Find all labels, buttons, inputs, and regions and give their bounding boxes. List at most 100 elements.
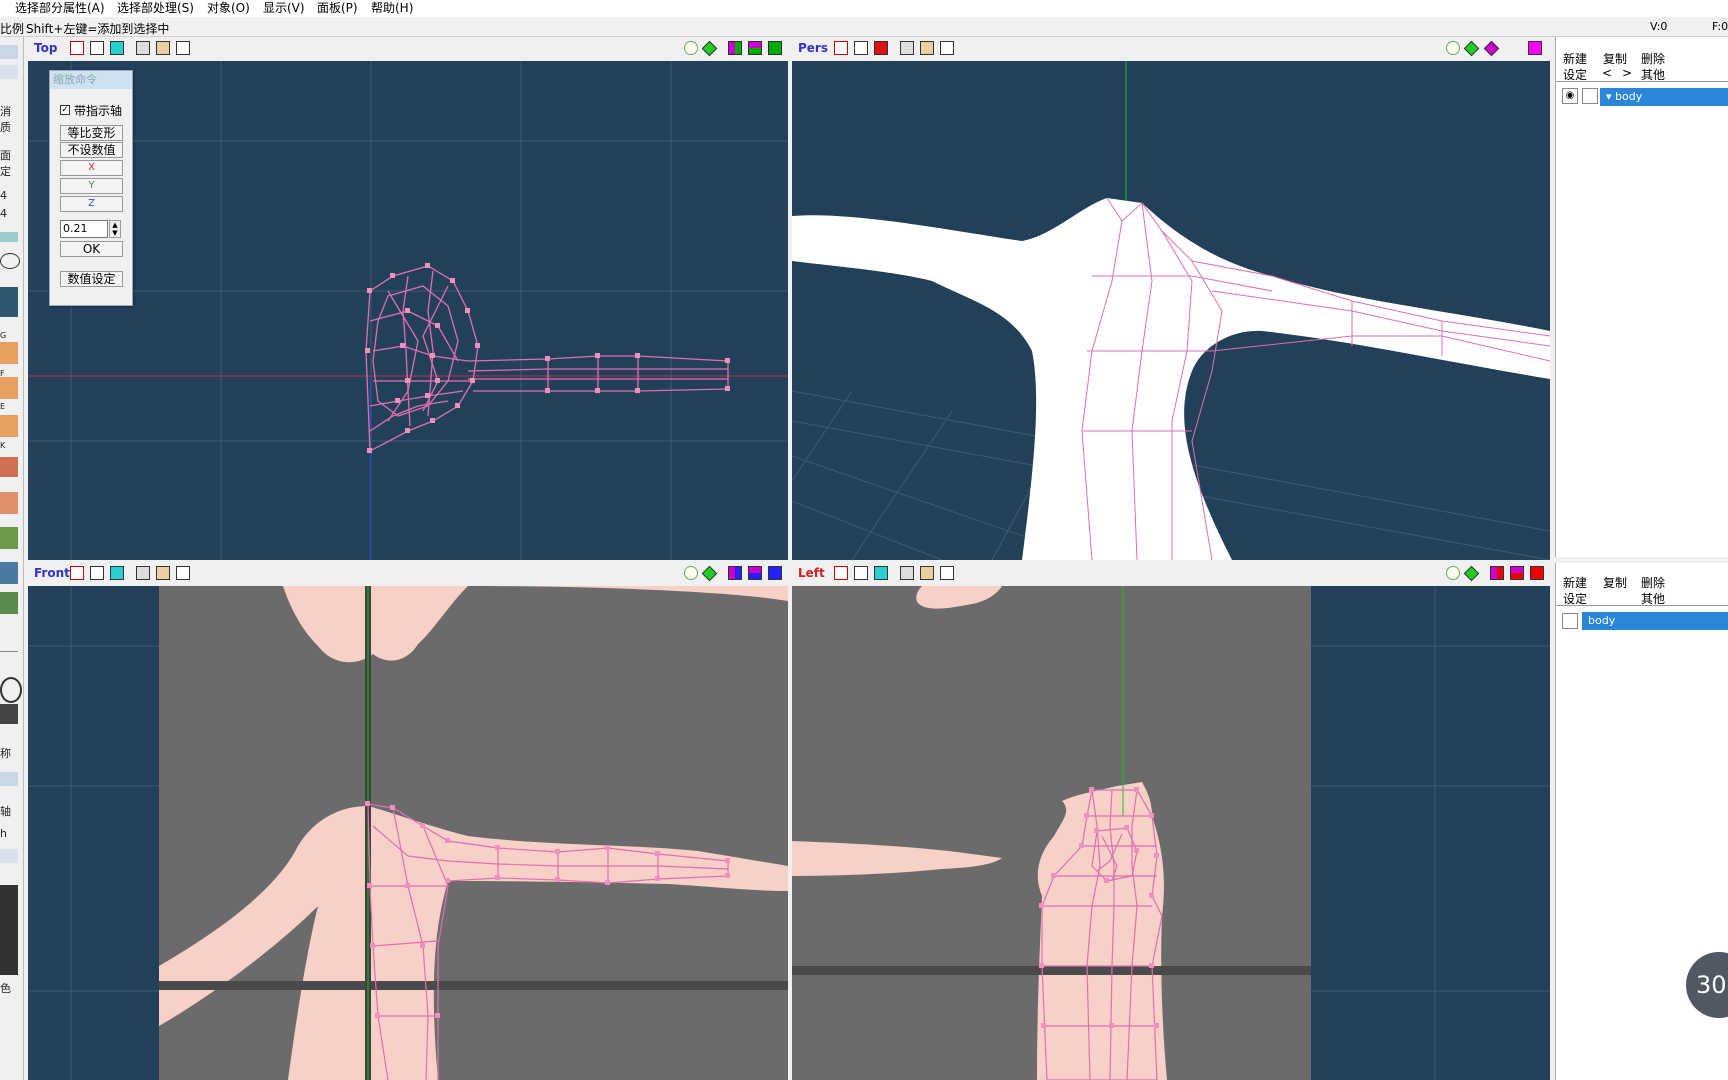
tool-shape2-icon[interactable] [0,65,18,79]
material-new-button[interactable]: 新建 [1563,574,1587,591]
lock-toggle-icon[interactable] [1582,88,1598,104]
tool-label-5[interactable]: 4 [0,207,18,220]
zoom-icon[interactable] [684,41,698,55]
lock-icon[interactable] [900,566,914,580]
tool-scale-icon[interactable] [0,377,18,399]
tool-label-9[interactable]: K [0,439,18,452]
tool-zoom-icon[interactable] [0,677,22,703]
menu-object[interactable]: 对象(O) [207,0,250,16]
tool-misc-icon[interactable] [0,849,18,863]
tool-label-1[interactable]: 质 [0,121,18,134]
render-mode-icon[interactable] [874,41,888,55]
object-delete-button[interactable]: 删除 [1641,50,1665,67]
paste-icon[interactable] [176,41,190,55]
material-delete-button[interactable]: 删除 [1641,574,1665,591]
tool-knife-icon[interactable] [0,415,18,437]
paste-icon[interactable] [940,566,954,580]
axis-checkbox[interactable]: ✓ [60,105,70,115]
tool-label-10[interactable]: 称 [0,747,18,760]
tool-label-11[interactable]: 轴 [0,805,18,818]
menu-select-attr[interactable]: 选择部分属性(A) [15,0,105,16]
wire-mode-icon[interactable] [110,41,124,55]
tool-label-4[interactable]: 4 [0,189,18,202]
face-mode-icon[interactable] [854,41,868,55]
material-row-body[interactable]: body [1582,612,1728,630]
tool-edit-icon[interactable] [0,457,18,477]
pan-icon[interactable] [1463,565,1480,582]
pan-icon[interactable] [701,40,718,57]
ok-button[interactable]: OK [60,241,123,257]
copy-icon[interactable] [156,41,170,55]
vertex-mode-icon[interactable] [70,566,84,580]
tool-label-8[interactable]: E [0,400,18,413]
object-row-body[interactable]: ▾ body [1600,88,1728,106]
tool-shape-icon[interactable] [0,45,18,59]
tool-rotate-icon[interactable] [0,342,18,364]
tool-label-12[interactable]: h [0,827,18,840]
color-icon-2[interactable] [1510,566,1524,580]
menu-select-process[interactable]: 选择部处理(S) [117,0,194,16]
wire-mode-icon[interactable] [874,566,888,580]
color-icon-1[interactable] [1490,566,1504,580]
tool-bend-icon[interactable] [0,492,18,514]
tool-fit-icon[interactable] [0,704,18,724]
lock-icon[interactable] [136,566,150,580]
object-copy-button[interactable]: 复制 [1603,50,1627,67]
color-icon-3[interactable] [1530,566,1544,580]
tool-bone-icon[interactable] [0,562,18,584]
pan-icon[interactable] [701,565,718,582]
zoom-icon[interactable] [1446,566,1460,580]
tool-label-13[interactable]: 色 [0,982,18,995]
material-copy-button[interactable]: 复制 [1603,574,1627,591]
viewport-left-canvas[interactable] [792,586,1550,1080]
lock-icon[interactable] [136,41,150,55]
viewport-top-canvas[interactable]: 缩放命令 ✓ 带指示轴 等比变形 不设数值 X Y Z 0.21 ▲ ▼ OK 数… [28,61,788,560]
tool-material-preview[interactable] [0,885,18,975]
zoom-icon[interactable] [684,566,698,580]
tool-mirror-icon[interactable] [0,772,18,786]
vertex-mode-icon[interactable] [70,41,84,55]
value-spinner[interactable]: ▲ ▼ [109,220,121,238]
pan-icon[interactable] [1463,40,1480,57]
vertex-mode-icon[interactable] [834,566,848,580]
tool-label-2[interactable]: 面 [0,149,18,162]
color-icon-3[interactable] [768,566,782,580]
visibility-eye-icon[interactable]: ◉ [1562,88,1578,104]
copy-icon[interactable] [156,566,170,580]
object-new-button[interactable]: 新建 [1563,50,1587,67]
paste-icon[interactable] [940,41,954,55]
zoom-icon[interactable] [1446,41,1460,55]
object-prev-button[interactable]: < [1602,66,1612,80]
tool-move-icon[interactable] [0,287,18,317]
wire-mode-icon[interactable] [110,566,124,580]
menu-view[interactable]: 显示(V) [263,0,305,16]
material-color-swatch[interactable] [1562,613,1578,629]
copy-icon[interactable] [920,41,934,55]
scale-dialog-title[interactable]: 缩放命令 [50,71,132,89]
color-icon-3[interactable] [768,41,782,55]
paste-icon[interactable] [176,566,190,580]
tool-gear-icon[interactable] [0,592,18,614]
tool-brush-icon[interactable] [0,527,18,549]
tool-label-6[interactable]: G [0,329,18,342]
tool-select-icon[interactable] [0,232,18,242]
tool-label-3[interactable]: 定 [0,165,18,178]
rotate-icon[interactable] [1483,40,1500,57]
color-icon-1[interactable] [728,566,742,580]
vertex-mode-icon[interactable] [834,41,848,55]
face-mode-icon[interactable] [90,566,104,580]
tool-label-0[interactable]: 消 [0,105,18,118]
object-next-button[interactable]: > [1622,66,1632,80]
uniform-scale-button[interactable]: 等比变形 [60,125,123,141]
face-mode-icon[interactable] [90,41,104,55]
y-axis-button[interactable]: Y [60,178,123,194]
color-icon[interactable] [1528,41,1542,55]
scale-value-input[interactable]: 0.21 [60,220,108,238]
copy-icon[interactable] [920,566,934,580]
menu-panel[interactable]: 面板(P) [317,0,358,16]
color-icon-2[interactable] [748,566,762,580]
expand-arrow-icon[interactable]: ▾ [1606,90,1615,103]
tool-lasso-icon[interactable] [0,253,20,269]
no-value-button[interactable]: 不设数值 [60,142,123,158]
z-axis-button[interactable]: Z [60,196,123,212]
